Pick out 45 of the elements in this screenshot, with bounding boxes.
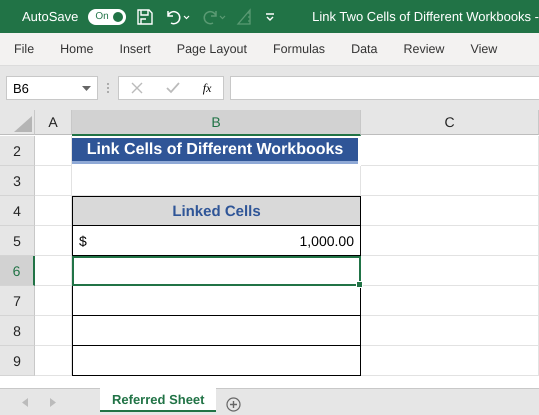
grip-icon	[104, 82, 112, 94]
fill-handle[interactable]	[356, 281, 363, 288]
ribbon-tab[interactable]: Data	[337, 42, 390, 56]
previous-sheet-icon[interactable]	[22, 398, 28, 406]
row-header[interactable]: 3	[0, 166, 35, 196]
table-header-cell: Linked Cells	[72, 196, 361, 226]
check-icon[interactable]	[166, 82, 180, 94]
row-header[interactable]: 6	[0, 256, 35, 286]
column-header[interactable]: B	[72, 110, 361, 136]
add-sheet-icon[interactable]	[226, 397, 242, 412]
ribbon-tab[interactable]: Insert	[106, 42, 163, 56]
row-header[interactable]: 5	[0, 226, 35, 256]
next-sheet-icon[interactable]	[50, 398, 56, 406]
ribbon-tab[interactable]: View	[456, 42, 510, 56]
name-box[interactable]: B6	[6, 76, 98, 100]
select-all-icon[interactable]	[12, 114, 34, 134]
row-header[interactable]: 8	[0, 316, 35, 346]
table-cell[interactable]: $ 1,000.00	[72, 226, 361, 256]
save-icon[interactable]	[136, 8, 154, 26]
formula-input[interactable]	[230, 76, 539, 100]
insert-function-button[interactable]: fx	[202, 80, 212, 96]
table-cell[interactable]	[72, 256, 361, 286]
column-header[interactable]: C	[361, 110, 539, 135]
autosave-label: AutoSave	[22, 9, 78, 24]
column-header[interactable]: A	[35, 110, 72, 135]
table-cell[interactable]	[72, 346, 361, 376]
ribbon-tab[interactable]: Page Layout	[162, 42, 259, 56]
dropdown-icon[interactable]	[82, 86, 91, 90]
customize-icon[interactable]	[264, 10, 276, 22]
sheet-tab[interactable]: Referred Sheet	[100, 388, 216, 412]
sheet-title: Link Cells of Different Workbooks	[72, 138, 358, 164]
table-cell[interactable]	[72, 286, 361, 316]
row-header[interactable]: 2	[0, 136, 35, 166]
row-header[interactable]: 7	[0, 286, 35, 316]
cancel-icon[interactable]	[130, 82, 143, 94]
autosave-toggle[interactable]: On	[88, 8, 126, 24]
row-header[interactable]: 9	[0, 346, 35, 376]
row-header[interactable]: 4	[0, 196, 35, 226]
table-cell[interactable]	[72, 316, 361, 346]
ribbon-tab[interactable]: Review	[389, 42, 456, 56]
ribbon-tab[interactable]: Formulas	[258, 42, 338, 56]
select-all-button[interactable]	[0, 110, 35, 135]
ribbon-tab[interactable]: File	[0, 42, 46, 56]
ribbon-tab[interactable]: Home	[46, 42, 106, 56]
window-title: Link Two Cells of Different Workbooks -	[312, 9, 539, 24]
